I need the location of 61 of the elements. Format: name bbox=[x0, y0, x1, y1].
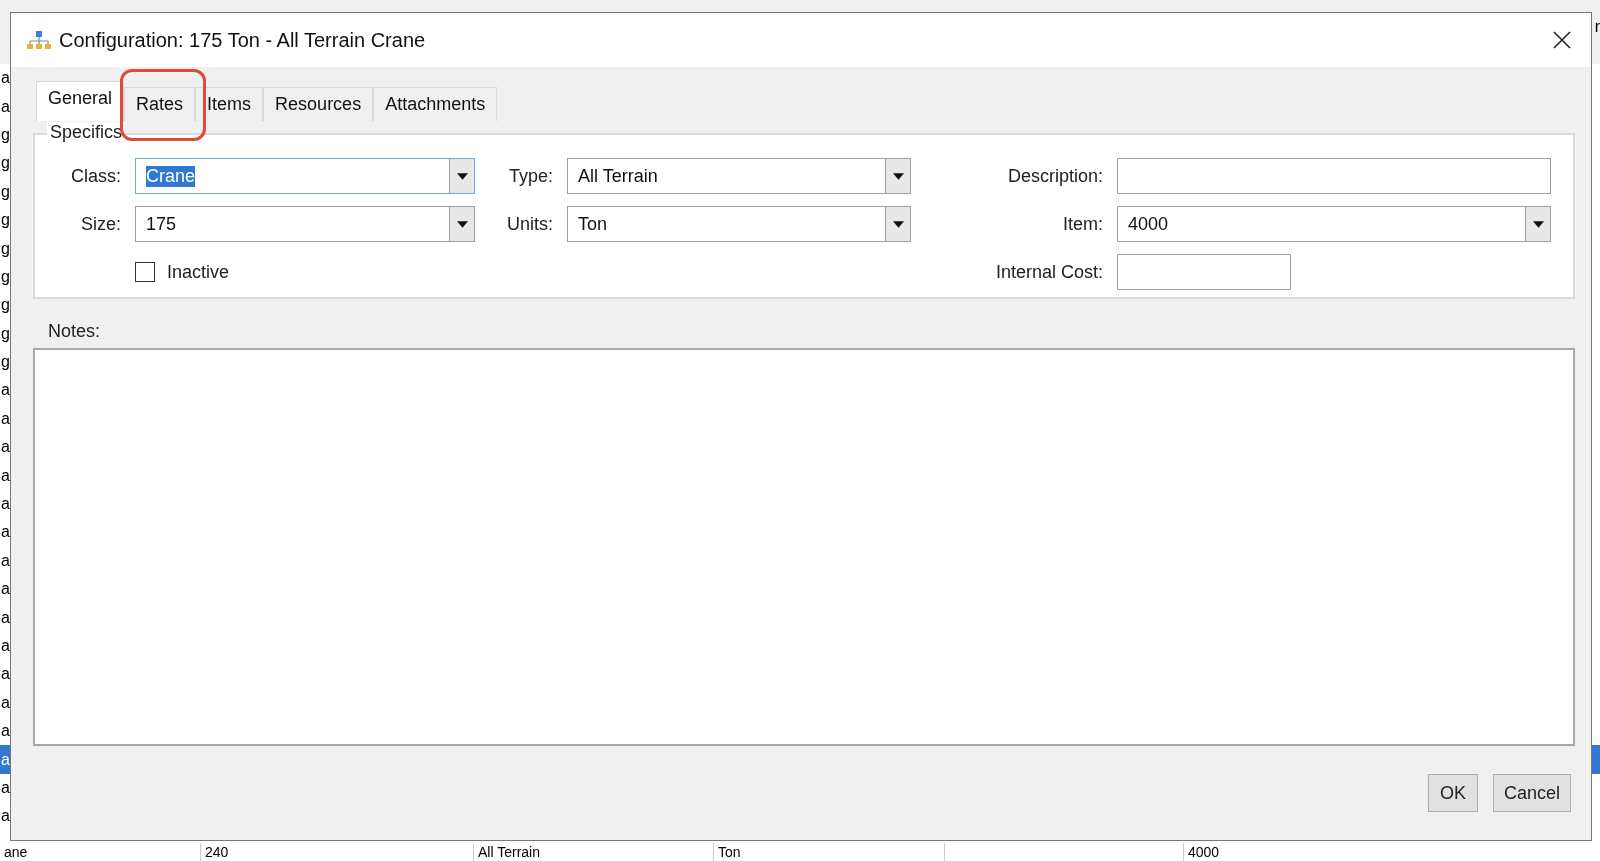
combo-box[interactable]: All Terrain bbox=[567, 158, 911, 194]
field-label: Type: bbox=[507, 165, 554, 187]
tab[interactable]: Items bbox=[195, 87, 264, 121]
field-label: Description: bbox=[1006, 165, 1104, 187]
background-cell: a bbox=[0, 69, 10, 88]
background-cell: a bbox=[0, 608, 10, 627]
background-cell: a bbox=[0, 523, 10, 542]
background-cell: a bbox=[0, 665, 10, 684]
background-cell: a bbox=[0, 580, 10, 599]
field-label: Units: bbox=[506, 213, 554, 235]
background-cell: ane bbox=[4, 844, 28, 860]
combo-box[interactable]: Ton bbox=[567, 206, 911, 242]
tab[interactable]: Rates bbox=[124, 87, 196, 121]
background-cell: a bbox=[0, 381, 10, 400]
field-label: Class: bbox=[70, 165, 122, 187]
background-cell: g bbox=[0, 324, 10, 343]
field-label: Size: bbox=[79, 213, 122, 235]
background-cell: a bbox=[0, 97, 10, 116]
background-cell: a bbox=[0, 466, 10, 485]
background-cell: 240 bbox=[205, 844, 229, 860]
background-cell: a bbox=[0, 495, 10, 514]
field-label: Internal Cost: bbox=[994, 261, 1104, 283]
background-cell: g bbox=[0, 353, 10, 372]
input-field[interactable] bbox=[1117, 158, 1551, 194]
background-cell: a bbox=[0, 409, 10, 428]
background-cell: a bbox=[0, 750, 10, 769]
background-cell: g bbox=[0, 239, 10, 258]
background-cell: a bbox=[0, 551, 10, 570]
notes-label: Notes: bbox=[48, 321, 102, 342]
background-cell: 4000 bbox=[1188, 844, 1220, 860]
input-field[interactable] bbox=[1117, 254, 1291, 290]
background-cell: a bbox=[0, 722, 10, 741]
background-cell: g bbox=[0, 125, 10, 144]
background-cell: g bbox=[0, 182, 10, 201]
background-cell: All Terrain bbox=[478, 844, 540, 860]
background-cell: g bbox=[0, 211, 10, 230]
dialog-button[interactable]: Cancel bbox=[1492, 774, 1571, 812]
background-cell: a bbox=[0, 637, 10, 655]
checkbox-label: Inactive bbox=[167, 261, 230, 283]
tab[interactable]: Attachments bbox=[373, 87, 498, 121]
close-icon bbox=[1552, 30, 1572, 50]
background-cell: a bbox=[0, 778, 10, 797]
background-cell: g bbox=[0, 267, 10, 286]
combo-box[interactable]: 175 bbox=[135, 206, 475, 242]
tab[interactable]: General bbox=[36, 81, 125, 121]
background-cell: Ton bbox=[718, 844, 741, 860]
combo-box[interactable]: 4000 bbox=[1117, 206, 1551, 242]
background-cell: a bbox=[0, 807, 10, 826]
window-title: Configuration: 175 Ton - All Terrain Crane bbox=[59, 28, 426, 52]
dialog-button[interactable]: OK bbox=[1427, 774, 1478, 812]
field-label: Item: bbox=[1062, 213, 1104, 235]
combo-box[interactable]: Crane bbox=[135, 158, 475, 194]
background-cell: g bbox=[0, 154, 10, 173]
background-cell: a bbox=[0, 438, 10, 457]
tab[interactable]: Resources bbox=[263, 87, 374, 121]
background-cell: g bbox=[0, 296, 10, 315]
notes-field[interactable] bbox=[33, 348, 1575, 746]
background-cell: a bbox=[0, 693, 10, 712]
group-title: Specifics bbox=[47, 122, 126, 143]
hierarchy-icon bbox=[25, 30, 53, 50]
background-text: r bbox=[1594, 18, 1600, 36]
